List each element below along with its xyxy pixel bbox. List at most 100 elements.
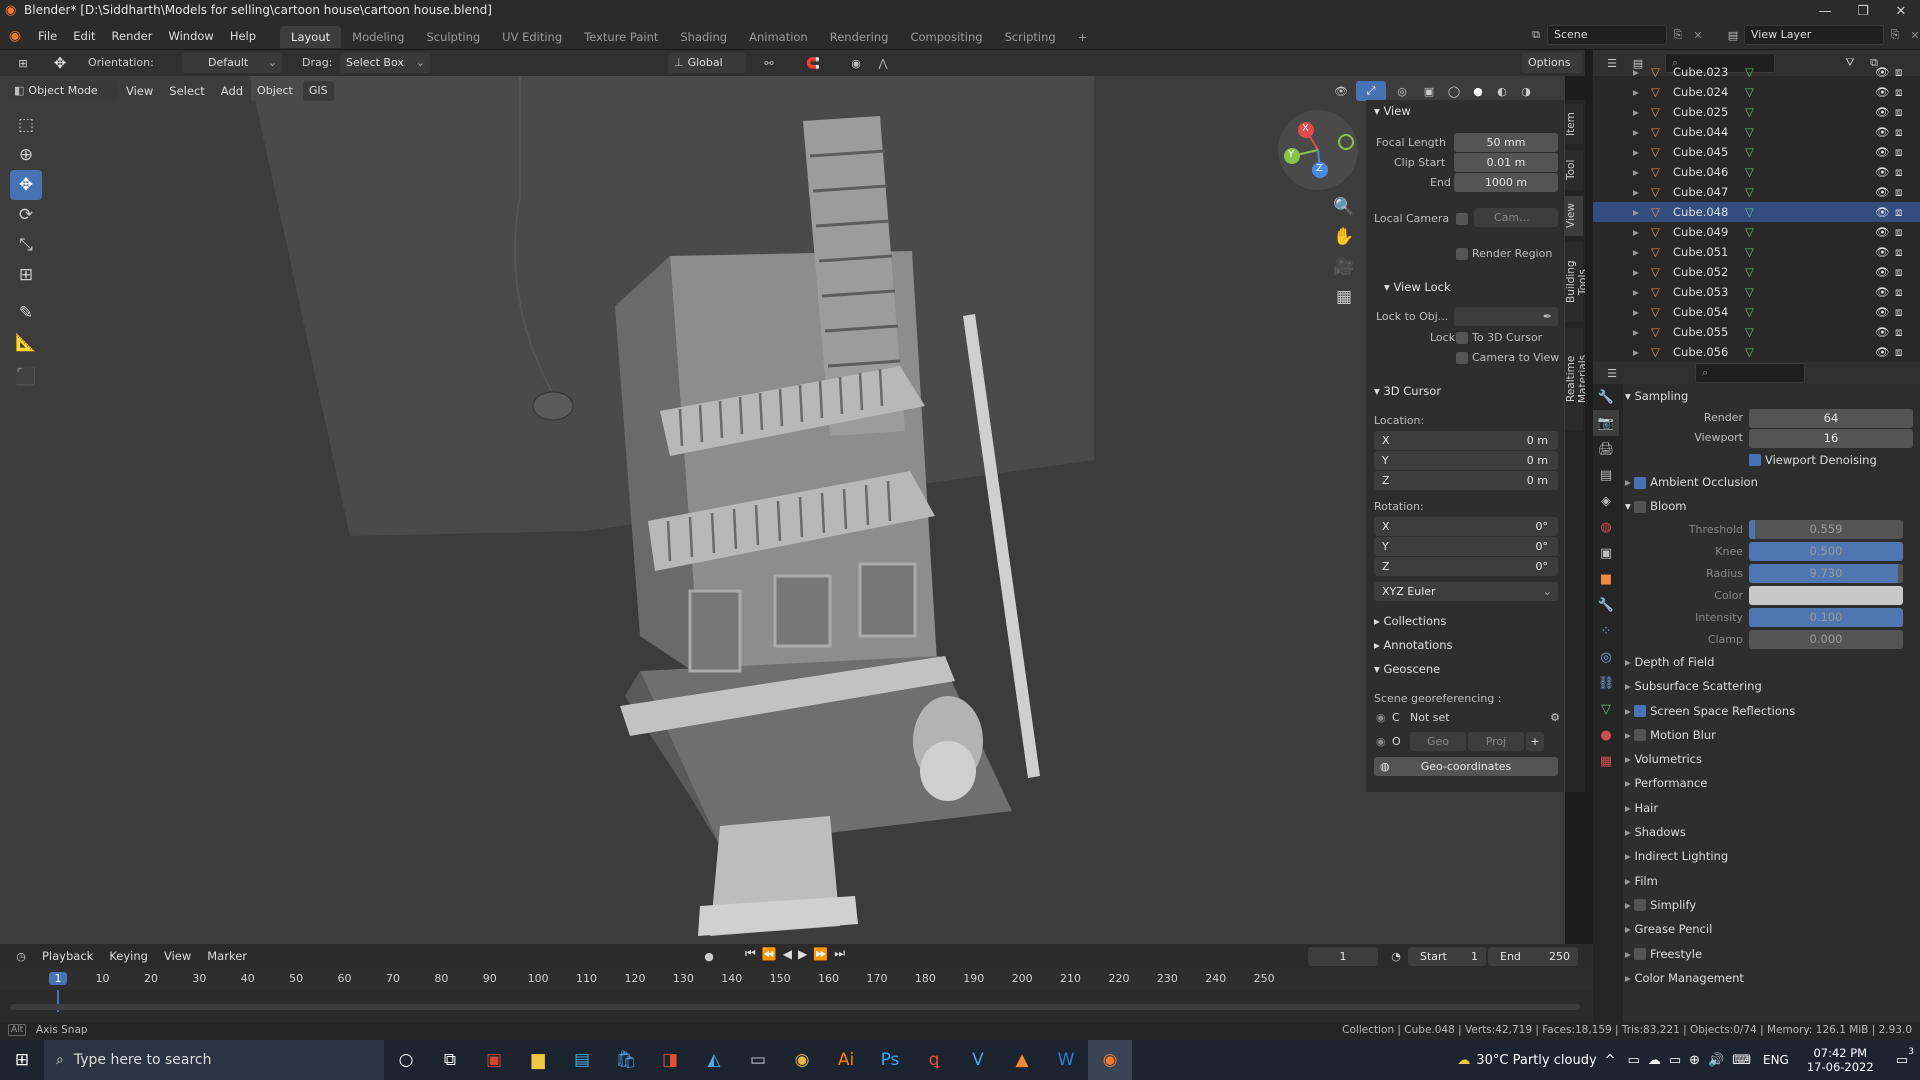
section-checkbox[interactable] — [1634, 729, 1647, 742]
rotate-icon[interactable]: ⟳ — [10, 200, 42, 230]
eye-icon[interactable]: 👁 — [1875, 242, 1890, 262]
expand-icon[interactable]: ▸ — [1633, 242, 1639, 262]
tab-building-tools[interactable]: Building Tools — [1565, 242, 1589, 322]
camera-field[interactable]: Cam... — [1474, 208, 1558, 227]
photoshop-icon[interactable]: Ps — [868, 1040, 912, 1080]
drag-dropdown[interactable]: Select Box ⌄ — [340, 53, 430, 73]
ambient-occlusion-header[interactable]: ▸ Ambient Occlusion — [1625, 470, 1915, 494]
camera-icon[interactable]: ⧈ — [1895, 202, 1902, 222]
outliner-row[interactable]: ▸ ▽ Cube.049 ▽ 👁 ⧈ — [1593, 222, 1920, 242]
select-box-icon[interactable]: ⬚ — [10, 110, 42, 140]
powerpoint-icon[interactable]: ▣ — [472, 1040, 516, 1080]
render-section-header[interactable]: ▸ Simplify — [1625, 893, 1915, 917]
properties-search-input[interactable]: ⌕ — [1695, 363, 1805, 383]
jump-start-icon[interactable]: ⏮ — [745, 946, 756, 961]
record-icon[interactable]: ● — [700, 946, 718, 966]
file-explorer-icon[interactable]: ▆ — [516, 1040, 560, 1080]
outliner-row[interactable]: ▸ ▽ Cube.053 ▽ 👁 ⧈ — [1593, 282, 1920, 302]
minimize-button[interactable]: — — [1806, 0, 1844, 22]
eye-icon[interactable]: 👁 — [1875, 302, 1890, 322]
expand-icon[interactable]: ▸ — [1633, 162, 1639, 182]
eye-icon[interactable]: 👁 — [1875, 82, 1890, 102]
bloom-field-slider[interactable] — [1749, 586, 1903, 605]
render-section-header[interactable]: ▸ Subsurface Scattering — [1625, 674, 1915, 698]
expand-icon[interactable]: ▸ — [1633, 142, 1639, 162]
data-tab-icon[interactable]: ▽ — [1593, 696, 1619, 722]
camera-icon[interactable]: ⧈ — [1895, 282, 1902, 302]
tab-rendering[interactable]: Rendering — [819, 26, 900, 48]
proj-button[interactable]: Proj — [1468, 732, 1524, 751]
timeline-view-menu[interactable]: View — [156, 944, 199, 968]
output-tab-icon[interactable]: 🖨 — [1593, 436, 1619, 462]
render-section-header[interactable]: ▸ Shadows — [1625, 820, 1915, 844]
pan-hand-icon[interactable]: ✋ — [1330, 222, 1358, 252]
vlc-icon[interactable]: ▲ — [1000, 1040, 1044, 1080]
focal-length-field[interactable]: 50 mm — [1454, 133, 1558, 152]
photos-icon[interactable]: ▤ — [560, 1040, 604, 1080]
ambient-occlusion-checkbox[interactable] — [1634, 476, 1647, 489]
settings-gear-icon[interactable]: ⚙ — [1550, 711, 1560, 724]
expand-icon[interactable]: ▸ — [1633, 122, 1639, 142]
orientation-dropdown[interactable]: Default ⌄ — [182, 53, 282, 73]
bloom-field-slider[interactable]: 0.100 — [1749, 608, 1903, 627]
battery-icon[interactable]: ▭ — [1665, 1053, 1685, 1068]
render-section-header[interactable]: ▸ Indirect Lighting — [1625, 844, 1915, 868]
outliner-row[interactable]: ▸ ▽ Cube.025 ▽ 👁 ⧈ — [1593, 102, 1920, 122]
tab-view[interactable]: View — [1565, 196, 1583, 236]
office-icon[interactable]: ◨ — [648, 1040, 692, 1080]
volume-icon[interactable]: 🔊 — [1704, 1053, 1728, 1068]
annotations-section-header[interactable]: ▸ Annotations — [1366, 634, 1453, 656]
eye-icon[interactable]: 👁 — [1875, 142, 1890, 162]
tab-tool[interactable]: Tool — [1565, 150, 1583, 190]
notifications-icon[interactable]: ▭ 3 — [1884, 1047, 1920, 1068]
word-icon[interactable]: W — [1044, 1040, 1088, 1080]
menu-edit[interactable]: Edit — [65, 22, 103, 50]
eye-icon[interactable]: 👁 — [1875, 102, 1890, 122]
eye-icon[interactable]: 👁 — [1875, 262, 1890, 282]
windows-start-icon[interactable]: ⊞ — [0, 1040, 44, 1080]
outliner-row[interactable]: ▸ ▽ Cube.024 ▽ 👁 ⧈ — [1593, 82, 1920, 102]
clock[interactable]: 07:42 PM 17-06-2022 — [1797, 1046, 1884, 1074]
camera-view-icon[interactable]: 🎥 — [1330, 252, 1358, 282]
local-camera-checkbox[interactable] — [1456, 213, 1468, 225]
playback-menu[interactable]: Playback — [34, 944, 101, 968]
taskbar-search[interactable]: ⌕ Type here to search — [44, 1040, 384, 1080]
expand-icon[interactable]: ▸ — [1633, 302, 1639, 322]
constraints-tab-icon[interactable]: ⛓ — [1593, 670, 1619, 696]
transform-icon[interactable]: ⊞ — [10, 260, 42, 290]
clock-icon[interactable]: ◔ — [1386, 946, 1406, 966]
geo-coordinates-button[interactable]: ◍ Geo-coordinates — [1374, 757, 1558, 776]
play-icon[interactable]: ▶ — [798, 947, 807, 961]
bloom-field-slider[interactable]: 9.730 — [1749, 564, 1903, 583]
eye-icon[interactable]: 👁 — [1875, 162, 1890, 182]
render-section-header[interactable]: ▸ Performance — [1625, 771, 1915, 795]
add-icon[interactable]: + — [1526, 732, 1544, 751]
next-keyframe-icon[interactable]: ⏩ — [813, 947, 828, 961]
viewport-menu-gis[interactable]: GIS — [302, 81, 334, 101]
bloom-field-slider[interactable]: 0.000 — [1749, 630, 1903, 649]
eye-icon[interactable]: 👁 — [1875, 62, 1890, 82]
render-section-header[interactable]: ▸ Color Management — [1625, 966, 1915, 990]
app-icon[interactable]: V — [956, 1040, 1000, 1080]
move-icon[interactable]: ✥ — [10, 170, 42, 200]
tab-animation[interactable]: Animation — [738, 26, 819, 48]
proportional-edit-icon[interactable]: ◉ — [846, 53, 866, 73]
expand-icon[interactable]: ▸ — [1633, 62, 1639, 82]
camera-icon[interactable]: ⧈ — [1895, 342, 1902, 362]
frame-ruler[interactable]: 1 10 20 30 40 50 60 70 80 90 100 110 120 130 140 150 160… — [0, 968, 1593, 1012]
object-tab-icon[interactable]: ■ — [1593, 566, 1619, 592]
outliner-row[interactable]: ▸ ▽ Cube.056 ▽ 👁 ⧈ — [1593, 342, 1920, 362]
render-section-header[interactable]: ▸ Motion Blur — [1625, 723, 1915, 747]
pivot-point-icon[interactable]: ⚯ — [754, 53, 784, 73]
modifier-tab-icon[interactable]: 🔧 — [1593, 592, 1619, 618]
outliner-row[interactable]: ▸ ▽ Cube.045 ▽ 👁 ⧈ — [1593, 142, 1920, 162]
snap-icon[interactable]: 🧲 — [790, 53, 836, 73]
expand-icon[interactable]: ▸ — [1633, 202, 1639, 222]
options-button[interactable]: Options — [1522, 53, 1582, 73]
rendered-shading-icon[interactable]: ◑ — [1516, 81, 1536, 101]
eye-icon[interactable]: 👁 — [1875, 342, 1890, 362]
rotation-z-field[interactable]: Z 0° — [1374, 557, 1558, 576]
menu-render[interactable]: Render — [104, 22, 161, 50]
texture-tab-icon[interactable]: ▦ — [1593, 748, 1619, 774]
outliner-row[interactable]: ▸ ▽ Cube.054 ▽ 👁 ⧈ — [1593, 302, 1920, 322]
